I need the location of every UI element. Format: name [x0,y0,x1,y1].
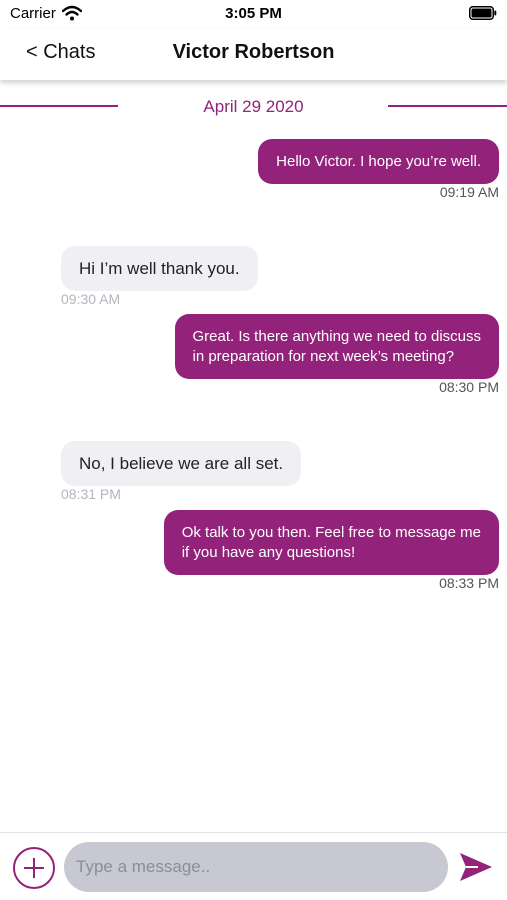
send-icon[interactable] [458,851,494,883]
date-divider: April 29 2020 [0,96,507,118]
message-text-line: in preparation for next week’s meeting? [192,347,455,365]
incoming-message-bubble[interactable]: Hi I’m well thank you. [61,246,258,291]
outgoing-message-bubble[interactable]: Hello Victor. I hope you’re well. [258,139,499,184]
message-timestamp: 08:30 PM [439,379,499,395]
incoming-message-bubble[interactable]: No, I believe we are all set. [61,441,302,486]
outgoing-message-bubble[interactable]: Great. Is there anything we need to disc… [174,314,499,379]
message-text-line: if you have any questions! [181,543,356,561]
page-title: Victor Robertson [172,41,335,63]
status-time: 3:05 PM [225,5,282,22]
message-timestamp: 08:31 PM [61,486,121,502]
message-timestamp: 09:19 AM [439,184,499,200]
message-timestamp: 08:33 PM [439,575,499,591]
add-attachment-button[interactable] [13,847,55,889]
date-label: April 29 2020 [203,97,304,116]
outgoing-message-bubble[interactable]: Ok talk to you then. Feel free to messag… [163,510,499,575]
message-composer [0,832,507,900]
status-bar: Carrier 3:05 PM [0,0,507,28]
message-text-line: Ok talk to you then. Feel free to messag… [181,523,481,541]
message-input[interactable] [64,842,448,892]
message-text: Hello Victor. I hope you’re well. [276,152,481,170]
message-text-line: Great. Is there anything we need to disc… [192,327,482,345]
message-text: Hi I’m well thank you. [79,258,240,278]
navigation-bar: < Chats Victor Robertson [0,28,507,80]
battery-icon [469,6,497,20]
message-text: No, I believe we are all set. [79,453,284,473]
divider-line-right [388,105,507,107]
message-timestamp: 09:30 AM [61,291,121,307]
